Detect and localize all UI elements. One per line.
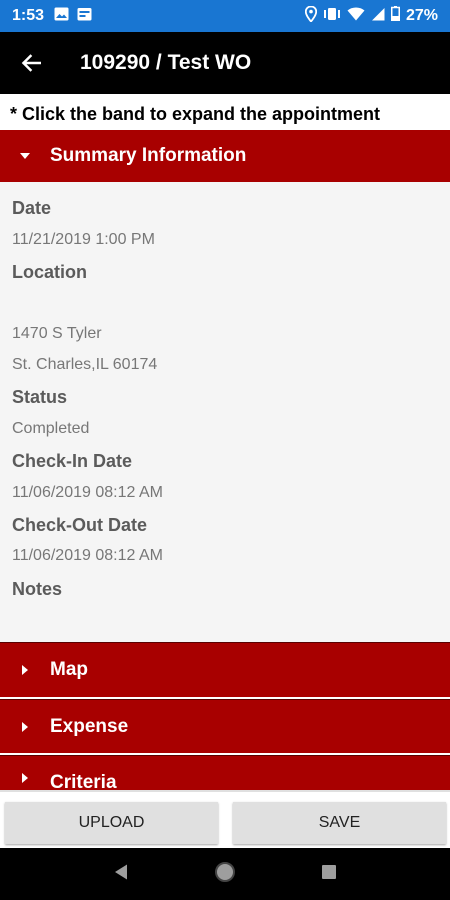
location-city: St. Charles,IL 60174 xyxy=(12,356,158,373)
map-band[interactable]: Map xyxy=(0,642,450,697)
caret-down-icon xyxy=(0,152,50,160)
location-street: 1470 S Tyler xyxy=(12,325,102,342)
check-in-value: 11/06/2019 08:12 AM xyxy=(12,484,163,501)
band-label: Summary Information xyxy=(50,145,247,166)
band-label: Map xyxy=(50,659,88,680)
caret-right-icon xyxy=(0,772,50,784)
band-label: Expense xyxy=(50,715,129,737)
caret-right-icon xyxy=(0,664,50,676)
app-bar: 109290 / Test WO xyxy=(0,32,450,94)
criteria-band[interactable]: Criteria xyxy=(0,755,450,790)
location-label: Location xyxy=(12,262,87,282)
nav-recents-icon[interactable] xyxy=(321,864,337,885)
expense-band[interactable]: Expense xyxy=(0,699,450,753)
calendar-notification-icon xyxy=(77,7,92,26)
upload-button[interactable]: UPLOAD xyxy=(5,802,218,844)
arrow-back-icon xyxy=(21,54,41,72)
status-time: 1:53 xyxy=(12,7,45,24)
system-nav-bar xyxy=(0,848,450,900)
date-value: 11/21/2019 1:00 PM xyxy=(12,231,155,248)
check-in-label: Check-In Date xyxy=(12,451,133,471)
back-button[interactable] xyxy=(0,32,62,94)
image-notification-icon xyxy=(54,7,69,26)
summary-information-band[interactable]: Summary Information xyxy=(0,130,450,182)
location-icon xyxy=(304,5,318,27)
check-out-label: Check-Out Date xyxy=(12,515,148,535)
notes-label: Notes xyxy=(12,579,63,599)
cell-signal-icon xyxy=(371,7,385,26)
wifi-icon xyxy=(347,7,365,26)
battery-percent: 27% xyxy=(405,7,438,24)
status-value: Completed xyxy=(12,420,90,437)
nav-home-icon[interactable] xyxy=(214,861,236,888)
page-title: 109290 / Test WO xyxy=(80,51,252,74)
status-bar: 1:53 27% xyxy=(0,0,450,32)
summary-panel: Date 11/21/2019 1:00 PM Location 1470 S … xyxy=(0,182,450,642)
save-button[interactable]: SAVE xyxy=(233,802,446,844)
action-bar: UPLOAD SAVE xyxy=(0,790,450,848)
battery-icon xyxy=(390,6,400,26)
status-label: Status xyxy=(12,387,68,407)
band-label: Criteria xyxy=(50,772,117,790)
caret-right-icon xyxy=(0,721,50,733)
check-out-value: 11/06/2019 08:12 AM xyxy=(12,547,163,564)
expand-hint: * Click the band to expand the appointme… xyxy=(10,104,381,124)
date-label: Date xyxy=(12,198,52,218)
nav-back-icon[interactable] xyxy=(113,863,129,886)
vibrate-icon xyxy=(323,7,341,26)
